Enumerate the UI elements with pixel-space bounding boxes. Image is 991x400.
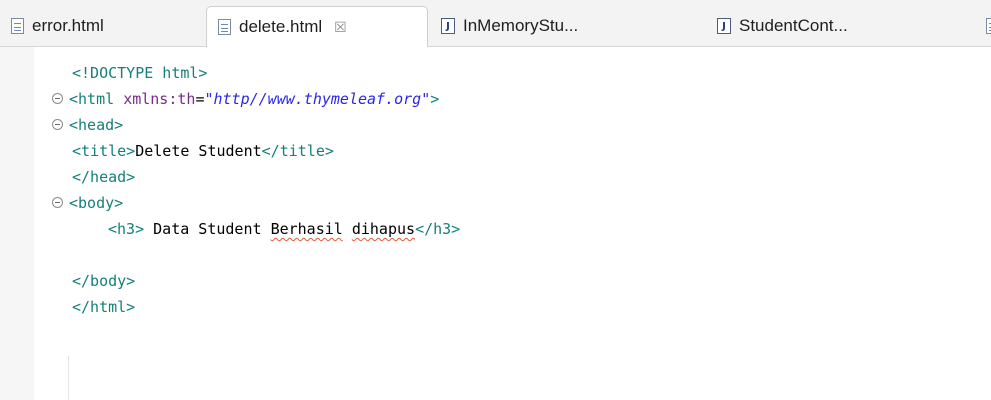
tab-label: error.html (32, 16, 104, 35)
code-line-1: <!DOCTYPE html> (0, 61, 991, 87)
h3-element: <h3> Data Student Berhasil dihapus</h3> (108, 220, 461, 238)
editor-tab-bar: error.html delete.html ☒ J InMemoryStu..… (0, 0, 991, 47)
java-file-icon: J (717, 18, 731, 34)
tab-label: delete.html (239, 17, 323, 36)
doctype: <!DOCTYPE html> (72, 64, 208, 82)
code-line-2: <html xmlns:th="http//www.thymeleaf.org"… (0, 87, 991, 113)
body-close-tag: </body> (72, 272, 136, 290)
head-close-tag: </head> (72, 168, 136, 186)
code-line-5: </head> (0, 165, 991, 191)
tab-overflow[interactable] (975, 6, 991, 46)
code-line-7: <h3> Data Student Berhasil dihapus</h3> (0, 217, 991, 243)
tab-label: InMemoryStu... (463, 16, 579, 35)
html-file-icon (986, 18, 991, 34)
java-file-icon: J (441, 18, 455, 34)
code-line-4: <title>Delete Student</title> (0, 139, 991, 165)
code-line-9: </body> (0, 269, 991, 295)
tab-delete-html[interactable]: delete.html ☒ (206, 6, 428, 47)
title-element: <title>Delete Student</title> (72, 142, 334, 160)
html-open-tag: <html xmlns:th="http//www.thymeleaf.org"… (69, 90, 440, 108)
html-close-tag: </html> (72, 298, 136, 316)
fold-collapse-icon[interactable] (52, 93, 63, 104)
head-open-tag: <head> (69, 116, 124, 134)
code-line-3: <head> (0, 113, 991, 139)
tab-error-html[interactable]: error.html (0, 6, 190, 46)
code-line-6: <body> (0, 191, 991, 217)
indent-guide (68, 356, 69, 400)
tab-studentcontroller-java[interactable]: J StudentCont... (706, 6, 976, 46)
close-tab-icon[interactable]: ☒ (334, 20, 347, 34)
code-line-10: </html> (0, 295, 991, 321)
fold-collapse-icon[interactable] (52, 119, 63, 130)
misspelled-word: dihapus (351, 220, 416, 238)
html-file-icon (11, 18, 24, 34)
fold-collapse-icon[interactable] (52, 197, 63, 208)
tab-inmemory-java[interactable]: J InMemoryStu... (430, 6, 700, 46)
misspelled-word: Berhasil (270, 220, 343, 238)
body-open-tag: <body> (69, 194, 124, 212)
tab-label: StudentCont... (739, 16, 848, 35)
html-file-icon (218, 19, 231, 35)
